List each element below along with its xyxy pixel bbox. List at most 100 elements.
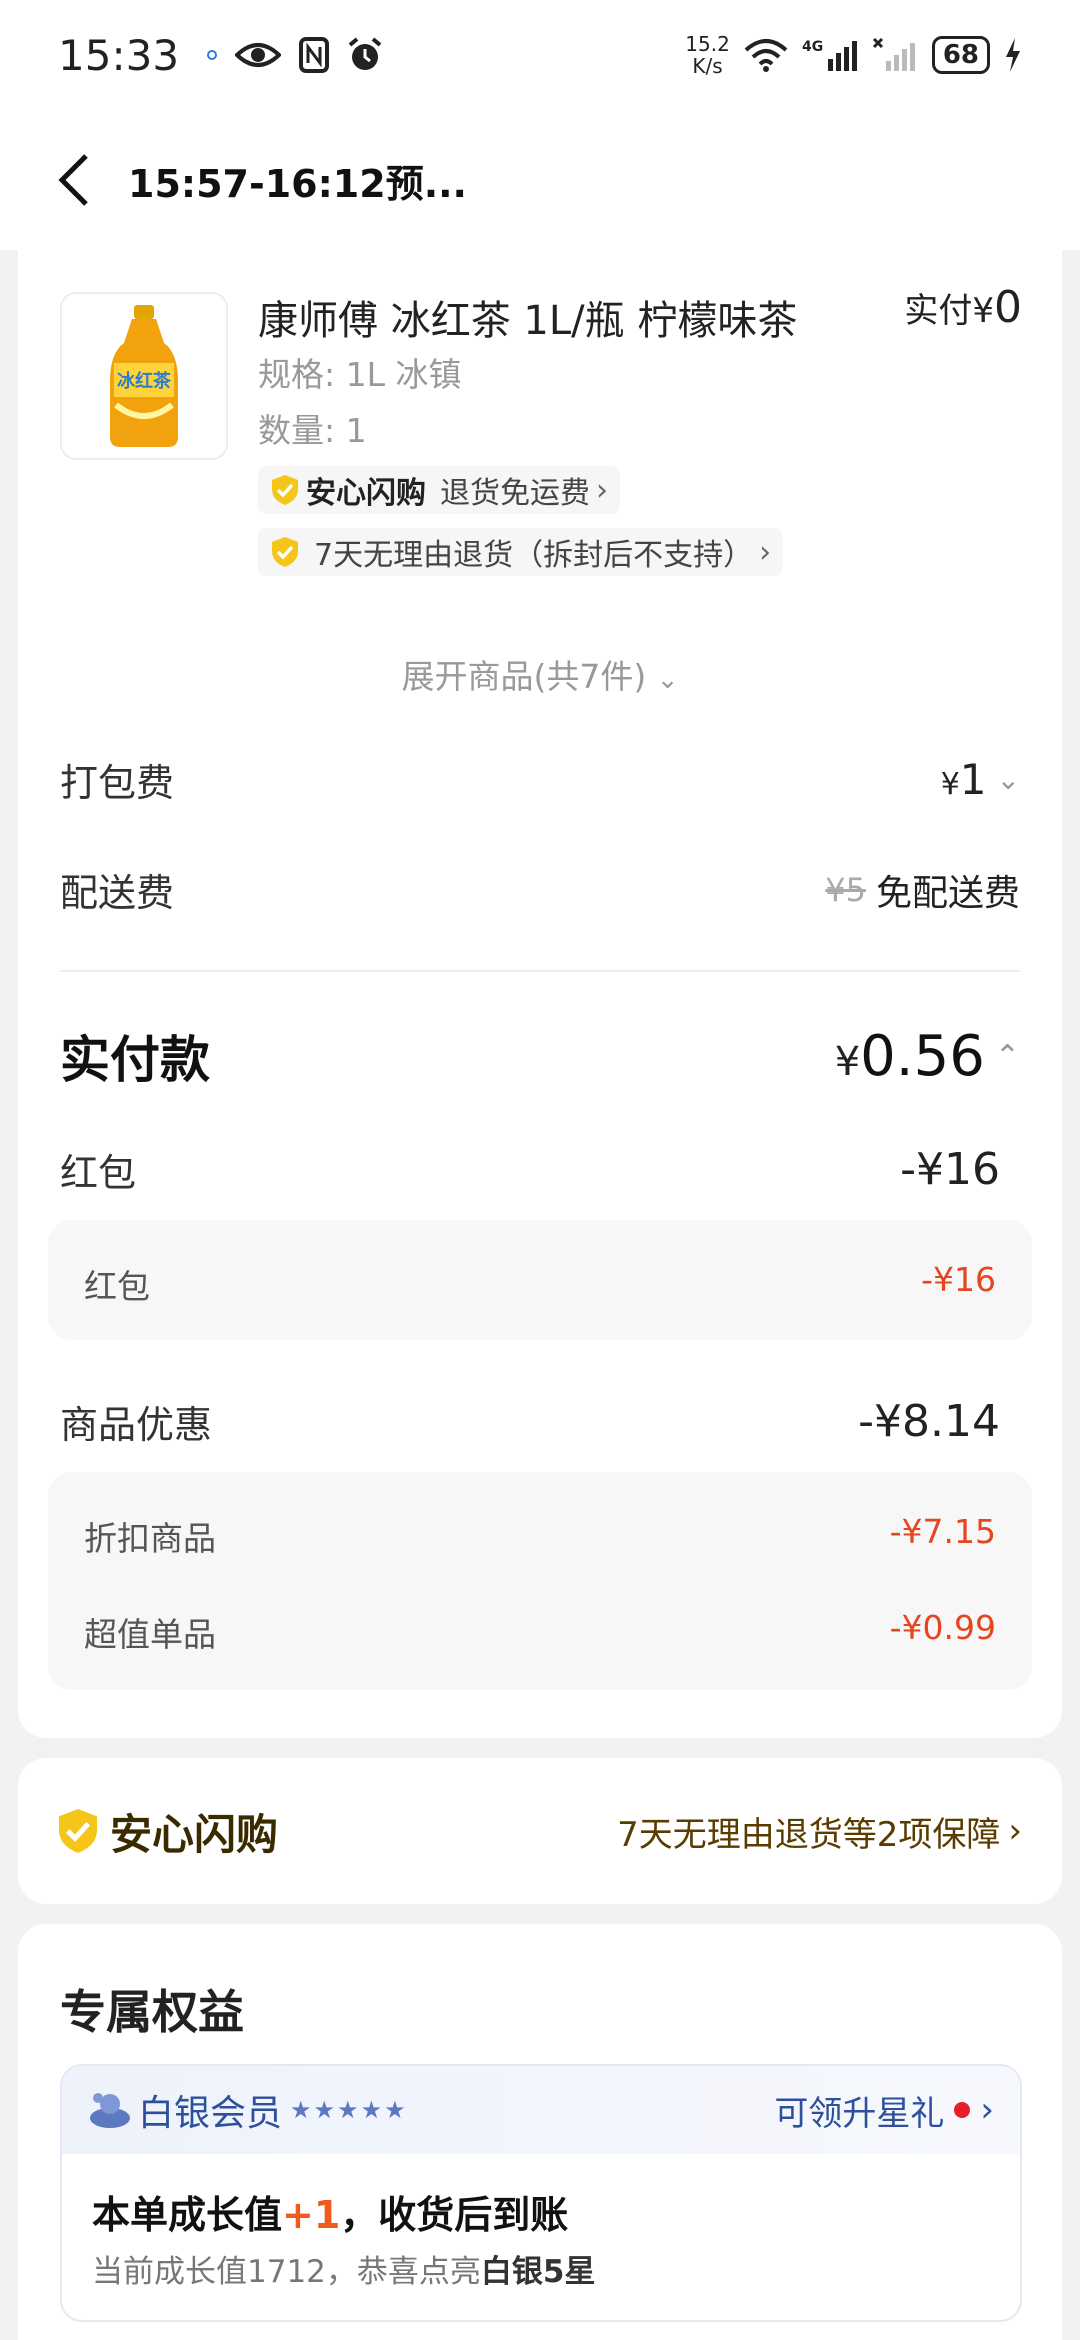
member-stars: ★★★★★: [290, 2096, 408, 2124]
current-level: 白银5星: [480, 2254, 596, 2290]
speed-value: 15.2: [685, 32, 730, 56]
member-level-name: 白银会员: [138, 2093, 283, 2134]
delivery-fee-label: 配送费: [60, 871, 175, 915]
shield-check-icon: [58, 1809, 98, 1853]
total-value: ¥0.56 ⌃: [835, 1024, 1020, 1089]
guarantee-link-text: 7天无理由退货等2项保障: [617, 1814, 1001, 1855]
product-thumbnail[interactable]: 冰红茶: [60, 292, 228, 460]
growth-prefix: 本单成长值: [92, 2193, 283, 2237]
upgrade-gift-text: 可领升星礼: [774, 2093, 945, 2134]
packing-currency: ¥: [940, 767, 960, 802]
nav-bar: 15:57-16:12预...: [0, 110, 1080, 250]
chevron-right-icon: ›: [596, 472, 608, 508]
notification-dot: [954, 2102, 971, 2118]
tea-bottle-icon: 冰红茶: [110, 305, 178, 447]
discount-row: 商品优惠 -¥8.14: [60, 1394, 1000, 1449]
signal-no-service-icon: [872, 37, 915, 71]
svg-text:冰红茶: 冰红茶: [117, 370, 172, 392]
growth-suffix: ，收货后到账: [340, 2193, 569, 2237]
wifi-icon: [744, 39, 788, 72]
red-packet-value: -¥16: [900, 1144, 1000, 1195]
benefits-card: 专属权益 白银会员 ★★★★★ 可领升星礼 › 本单成长值+1，收货后到账 当前…: [18, 1924, 1062, 2340]
dot-indicator-icon: [207, 50, 218, 60]
alarm-icon: [348, 37, 382, 70]
discount-value: -¥8.14: [858, 1396, 1000, 1447]
shield-check-icon: [272, 475, 298, 505]
page-title: 15:57-16:12预...: [128, 161, 467, 206]
product-name[interactable]: 康师傅 冰红茶 1L/瓶 柠檬味茶: [258, 288, 797, 346]
packing-fee-value: ¥1 ⌄: [941, 755, 1020, 804]
current-growth-prefix: 当前成长值1712，恭喜点亮: [92, 2254, 481, 2290]
total-label: 实付款: [60, 1031, 210, 1089]
paid-value: 0: [994, 282, 1022, 333]
member-box[interactable]: 白银会员 ★★★★★ 可领升星礼 › 本单成长值+1，收货后到账 当前成长值17…: [60, 2064, 1022, 2322]
detail-value: -¥7.15: [889, 1512, 996, 1551]
nfc-icon: [299, 37, 330, 73]
chevron-down-icon: ⌄: [656, 665, 679, 695]
detail-value: -¥0.99: [889, 1608, 996, 1647]
total-row[interactable]: 实付款 ¥0.56 ⌃: [60, 1020, 1020, 1092]
status-right: 15.2 K/s 4G 68: [685, 33, 1022, 77]
signal-4g-icon: 4G: [802, 39, 857, 71]
discount-detail: 折扣商品 -¥7.15 超值单品 -¥0.99: [48, 1472, 1032, 1690]
guarantee-card[interactable]: 安心闪购 7天无理由退货等2项保障 ›: [18, 1758, 1062, 1904]
product-quantity: 数量: 1: [258, 411, 367, 450]
expand-products-button[interactable]: 展开商品(共7件) ⌄: [18, 650, 1062, 698]
detail-value: -¥16: [921, 1260, 996, 1299]
speed-unit: K/s: [692, 54, 723, 78]
member-header: 白银会员 ★★★★★ 可领升星礼 ›: [62, 2066, 1020, 2154]
total-amount: 0.56: [860, 1023, 985, 1089]
benefits-title: 专属权益: [60, 1985, 244, 2039]
current-growth-text: 当前成长值1712，恭喜点亮白银5星: [92, 2246, 595, 2291]
delivery-fee-row: 配送费 ¥5 免配送费: [60, 862, 1020, 917]
packing-fee-row[interactable]: 打包费 ¥1 ⌄: [60, 752, 1020, 807]
tag-text: 退货免运费: [440, 476, 590, 511]
discount-label: 商品优惠: [60, 1403, 213, 1447]
detail-label: 超值单品: [84, 1615, 216, 1654]
red-packet-detail: 红包 -¥16: [48, 1220, 1032, 1340]
charging-icon: [1006, 38, 1020, 72]
tag-text: 7天无理由退货（拆封后不支持）: [314, 538, 754, 573]
growth-value-text: 本单成长值+1，收货后到账: [92, 2184, 568, 2239]
guarantee-link[interactable]: 7天无理由退货等2项保障 ›: [617, 1807, 1022, 1856]
discount-detail-row: 超值单品 -¥0.99: [84, 1608, 996, 1656]
divider: [60, 970, 1020, 972]
upgrade-gift-link[interactable]: 可领升星礼 ›: [774, 2086, 994, 2135]
growth-plus: +1: [282, 2193, 341, 2237]
detail-label: 折扣商品: [84, 1519, 216, 1558]
chevron-right-icon: ›: [759, 534, 772, 570]
detail-label: 红包: [84, 1267, 150, 1306]
chevron-right-icon: ›: [980, 2090, 994, 2130]
delivery-fee-value: ¥5 免配送费: [825, 864, 1020, 916]
member-badge-icon: [90, 2093, 130, 2128]
expand-label: 展开商品(共7件): [401, 657, 647, 696]
return-shipping-tag[interactable]: 安心闪购 退货免运费 ›: [258, 466, 620, 514]
red-packet-detail-row: 红包 -¥16: [84, 1260, 996, 1308]
discount-detail-row: 折扣商品 -¥7.15: [84, 1512, 996, 1560]
product-paid-amount: 实付¥0: [904, 282, 1022, 333]
battery-indicator: 68: [931, 36, 990, 74]
delivery-original-price: ¥5: [825, 870, 866, 909]
back-icon[interactable]: [56, 152, 92, 208]
total-currency: ¥: [834, 1038, 861, 1085]
packing-amount: 1: [959, 755, 987, 804]
delivery-free-text: 免配送费: [875, 872, 1020, 914]
status-bar: 15:33 15.2 K/s 4G 68: [0, 0, 1080, 110]
chevron-right-icon: ›: [1008, 1811, 1022, 1851]
svg-text:4G: 4G: [802, 39, 823, 55]
return-policy-tag[interactable]: 7天无理由退货（拆封后不支持） ›: [258, 528, 784, 576]
order-card: 冰红茶 康师傅 冰红茶 1L/瓶 柠檬味茶 实付¥0 规格: 1L 冰镇 数量:…: [18, 230, 1062, 1738]
product-spec: 规格: 1L 冰镇: [258, 355, 462, 394]
status-icons-left: [207, 37, 383, 73]
chevron-up-icon: ⌃: [994, 1038, 1020, 1074]
chevron-down-icon: ⌄: [996, 763, 1020, 796]
red-packet-label: 红包: [60, 1151, 137, 1195]
tag-brand: 安心闪购: [306, 476, 426, 511]
shield-check-icon: [272, 537, 298, 567]
red-packet-row: 红包 -¥16: [60, 1142, 1000, 1197]
guarantee-title: 安心闪购: [110, 1809, 279, 1859]
paid-currency: ¥: [972, 291, 994, 331]
network-speed: 15.2 K/s: [685, 33, 730, 77]
paid-label: 实付: [904, 291, 973, 331]
packing-fee-label: 打包费: [60, 761, 175, 805]
